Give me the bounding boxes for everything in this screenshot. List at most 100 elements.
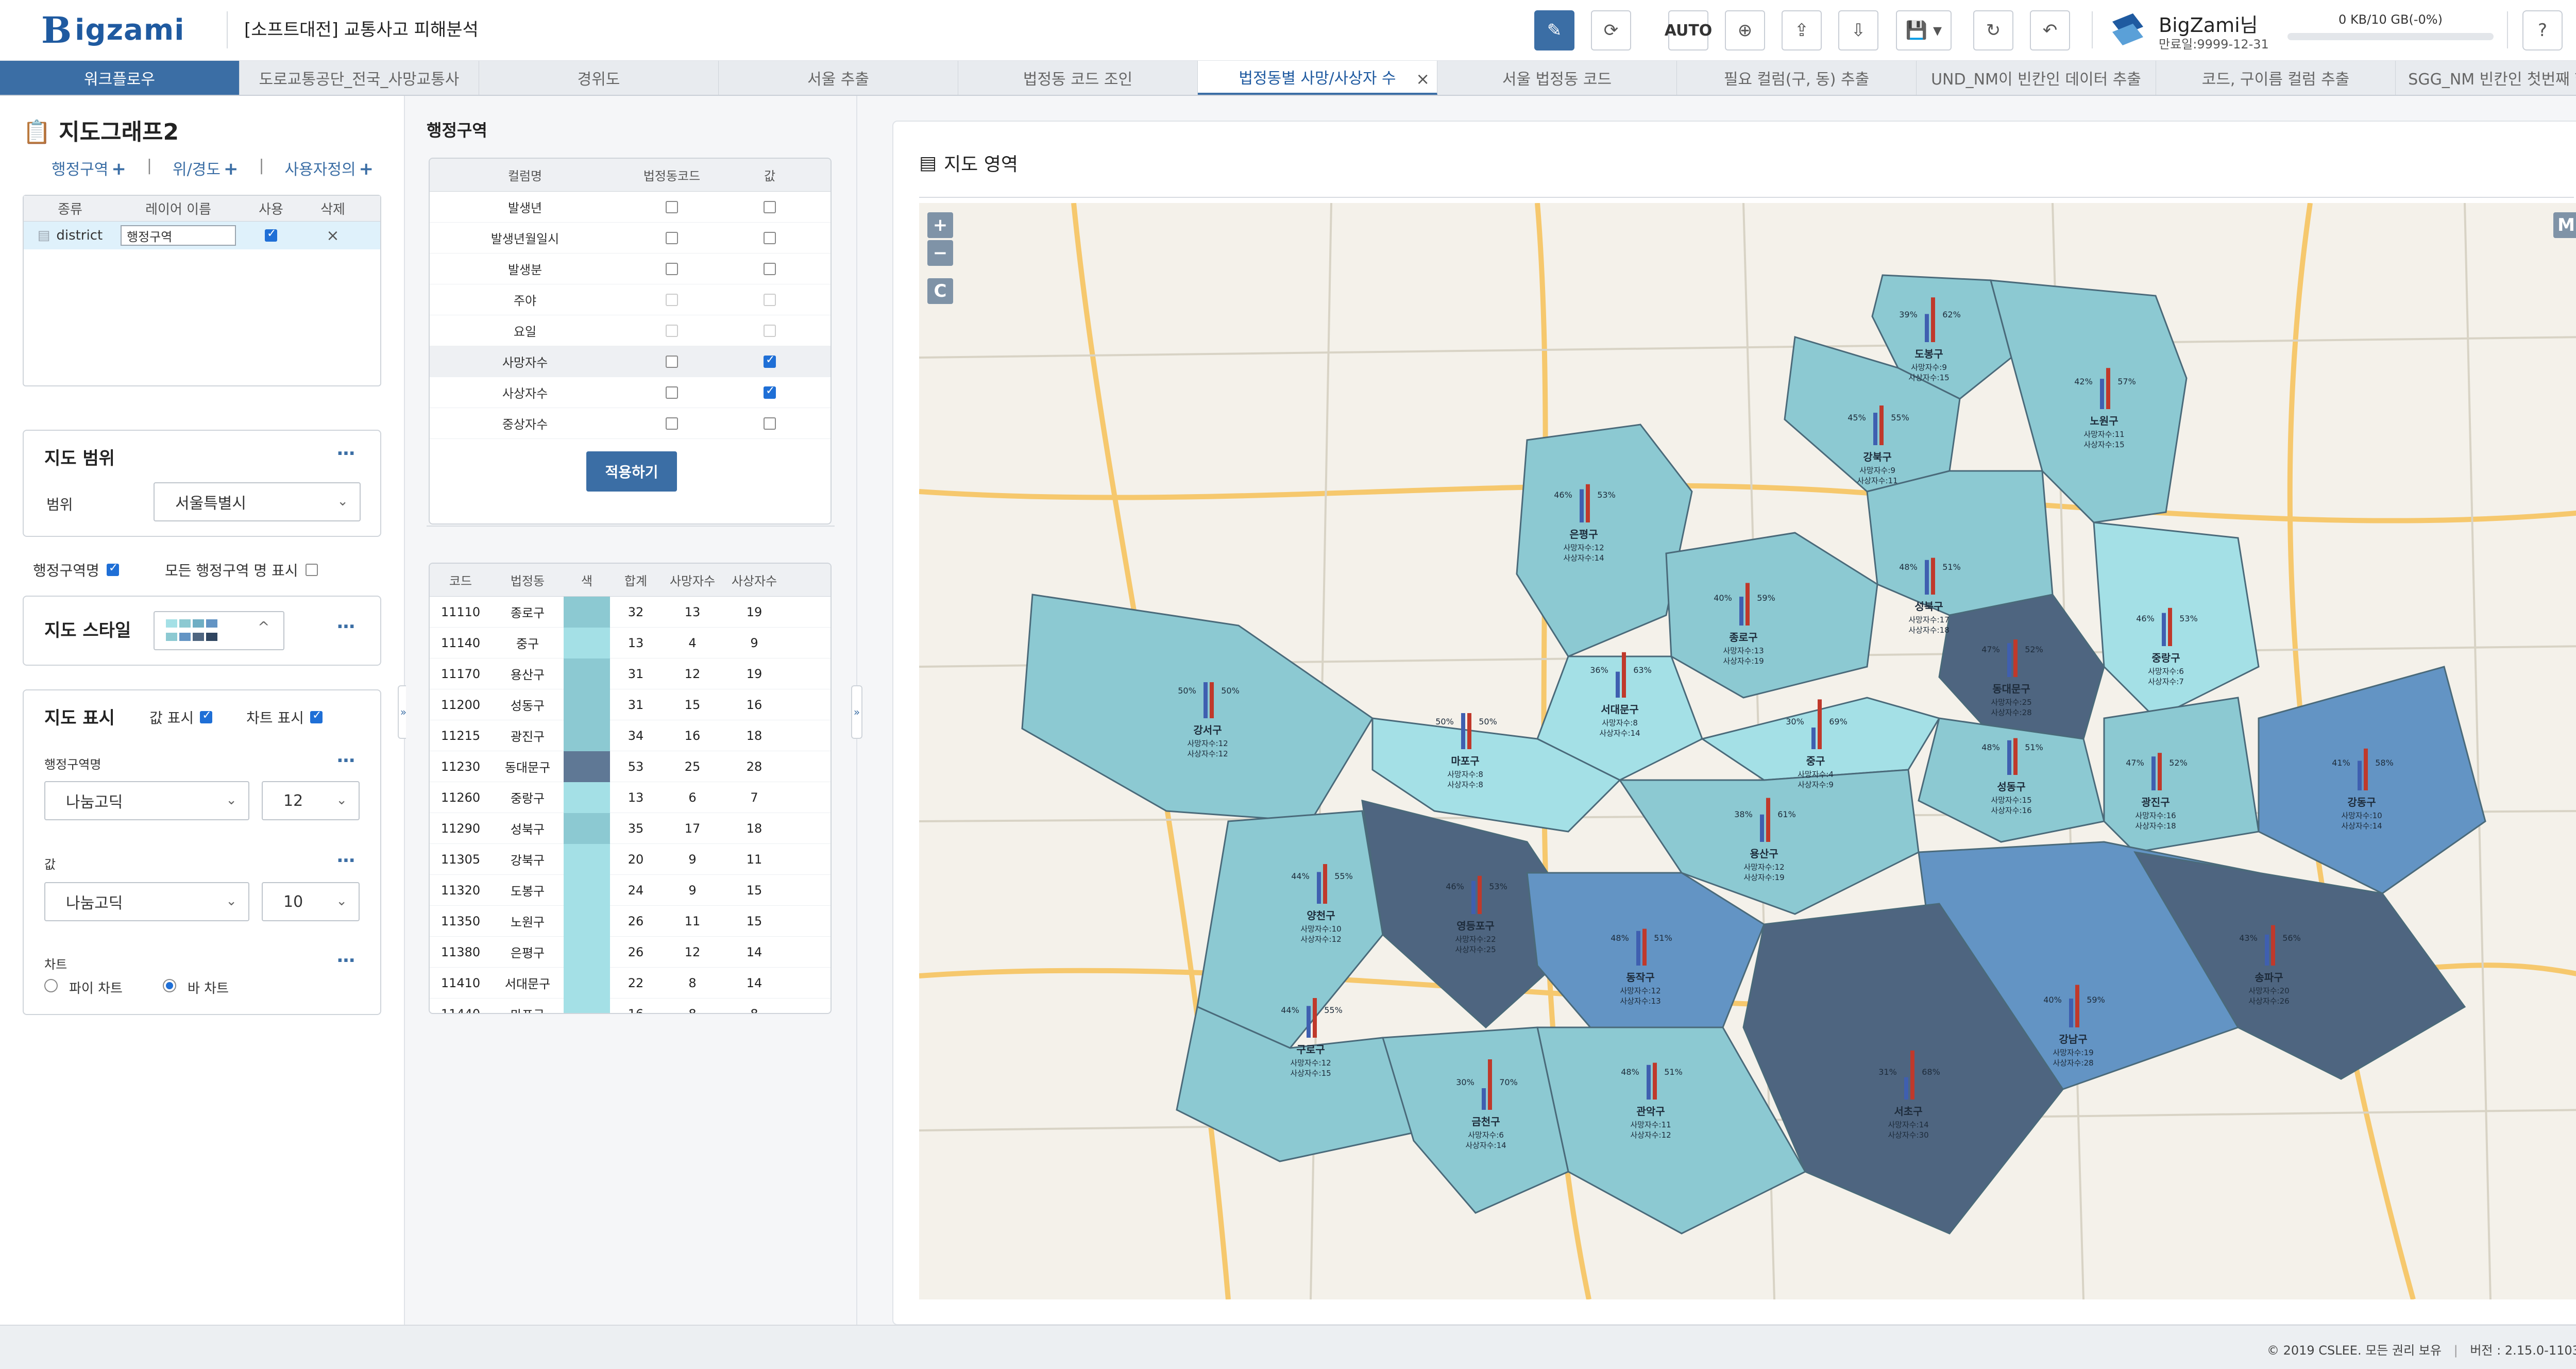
value-checkbox[interactable] [764,324,776,337]
zoom-out-button[interactable]: − [927,240,953,266]
column-row[interactable]: 사망자수 [430,346,831,377]
percent-label-a: 40% [2043,995,2062,1005]
table-row[interactable]: 11140 중구 13 4 9 [430,628,831,658]
percent-label-b: 53% [1489,882,1507,891]
tab-6[interactable]: 서울 법정동 코드 [1437,61,1677,95]
table-row[interactable]: 11170 용산구 31 12 19 [430,658,831,689]
code-checkbox[interactable] [666,231,678,244]
help-button[interactable]: ? [2522,10,2563,50]
district-name-checkbox[interactable] [106,562,119,576]
tab-7[interactable]: 필요 컬럼(구, 동) 추출 [1677,61,1917,95]
layer-name-input[interactable]: 행정구역 [121,225,236,246]
value-checkbox[interactable] [764,384,776,399]
value-show-checkbox[interactable] [200,709,213,723]
tab-0[interactable]: 워크플로우 [0,61,240,95]
all-district-checkbox[interactable] [305,564,318,576]
refresh-button[interactable]: ↻ [1973,10,2013,50]
add-latlng-layer[interactable]: 위/경도 + [173,157,238,179]
table-row[interactable]: 11350 노원구 26 11 15 [430,906,831,937]
column-row[interactable]: 발생년월일시 [430,223,831,253]
map-canvas[interactable]: 39% 62% 도봉구 사망자수:9 사상자수:15 42% 57% 노원구 사망자수:11 사상… [919,203,2576,1299]
m-button[interactable]: M [2553,212,2576,238]
import-button[interactable]: ⇩ [1838,10,1878,50]
table-row[interactable]: 11200 성동구 31 15 16 [430,689,831,720]
value-size-select[interactable]: 10 ⌄ [262,882,360,921]
column-row[interactable]: 요일 [430,315,831,346]
table-row[interactable]: 11290 성북구 35 17 18 [430,813,831,844]
bigzami-logo[interactable]: B igzami [41,9,216,52]
middle-panel-collapse-handle[interactable]: » [851,685,862,739]
apply-button[interactable]: 적용하기 [586,451,677,492]
table-row[interactable]: 11305 강북구 20 9 11 [430,844,831,875]
c-button[interactable]: C [927,278,953,304]
bar-chart-radio[interactable] [163,979,176,992]
range-select[interactable]: 서울특별시 ⌄ [154,482,361,521]
district-font-select[interactable]: 나눔고딕 ⌄ [44,781,249,820]
table-row[interactable]: 11320 도봉구 24 9 15 [430,875,831,906]
edit-workflow-button[interactable]: ✎ [1534,10,1574,50]
percent-label-a: 46% [1554,490,1572,500]
table-row[interactable]: 11110 종로구 32 13 19 [430,597,831,628]
more-icon[interactable]: ··· [336,850,355,871]
tab-5[interactable]: 법정동별 사망/사상자 수 × [1198,61,1437,95]
column-row[interactable]: 발생분 [430,253,831,284]
more-icon[interactable]: ··· [336,616,355,637]
add-district-layer[interactable]: 행정구역 + [52,157,126,179]
district-size-select[interactable]: 12 ⌄ [262,781,360,820]
tab-8[interactable]: UND_NM이 빈칸인 데이터 추출 [1917,61,2156,95]
value-checkbox[interactable] [764,417,776,430]
value-checkbox[interactable] [764,262,776,275]
code-checkbox[interactable] [666,262,678,275]
tab-9[interactable]: 코드, 구이름 컬럼 추출 [2156,61,2396,95]
table-row[interactable]: 11380 은평구 26 12 14 [430,937,831,968]
more-icon[interactable]: ··· [336,443,355,464]
value-font-select[interactable]: 나눔고딕 ⌄ [44,882,249,921]
tab-10[interactable]: SGG_NM 빈칸인 첫번째 행 제거 [2396,61,2576,95]
export-button[interactable]: ⇪ [1782,10,1822,50]
chart-show-checkbox[interactable] [310,709,323,723]
undo-button[interactable]: ↶ [2030,10,2070,50]
close-icon[interactable]: × [1416,69,1430,89]
fit-view-button[interactable]: ⊕ [1725,10,1765,50]
table-row[interactable]: 11440 마포구 16 8 8 [430,999,831,1013]
add-custom-layer[interactable]: 사용자정의 + [285,157,374,179]
column-row[interactable]: 사상자수 [430,377,831,408]
column-row[interactable]: 중상자수 [430,408,831,439]
code-checkbox[interactable] [666,200,678,213]
zoom-in-button[interactable]: + [927,212,953,238]
code-checkbox[interactable] [666,324,678,337]
code-checkbox[interactable] [666,293,678,306]
tab-2[interactable]: 경위도 [479,61,719,95]
run-button[interactable]: ⟳ [1591,10,1631,50]
value-checkbox[interactable] [764,353,776,368]
table-row[interactable]: 11260 중랑구 13 6 7 [430,782,831,813]
layer-use-checkbox[interactable] [265,227,277,242]
tab-3[interactable]: 서울 추출 [719,61,958,95]
value-checkbox[interactable] [764,293,776,306]
seoul-choropleth-map[interactable]: 39% 62%도봉구사망자수:9사상자수:15 42% 57%노원구사망자수:11사상… [919,203,2576,1299]
tab-4[interactable]: 법정동 코드 조인 [958,61,1198,95]
table-row[interactable]: 11410 서대문구 22 8 14 [430,968,831,999]
value-checkbox[interactable] [764,200,776,213]
column-row[interactable]: 주야 [430,284,831,315]
table-row[interactable]: 11230 동대문구 53 25 28 [430,751,831,782]
column-row[interactable]: 발생년 [430,192,831,223]
code-checkbox[interactable] [666,386,678,399]
save-button[interactable]: 💾 ▾ [1896,10,1952,50]
tab-1[interactable]: 도로교통공단_전국_사망교통사 [240,61,479,95]
code-checkbox[interactable] [666,355,678,368]
code-checkbox[interactable] [666,417,678,430]
user-name[interactable]: BigZami님 [2159,9,2258,38]
more-icon[interactable]: ··· [336,750,355,771]
pie-chart-radio[interactable] [44,979,58,992]
value-checkbox[interactable] [764,231,776,244]
auto-button[interactable]: AUTO [1665,10,1712,50]
district-gwangjin[interactable] [2103,697,2260,853]
section-title: 지도 표시 [44,708,115,729]
color-palette-select[interactable]: ^ [154,611,284,650]
layer-row[interactable]: ▤ district 행정구역 × [24,222,380,249]
delete-layer-icon[interactable]: × [302,222,364,249]
table-row[interactable]: 11215 광진구 34 16 18 [430,720,831,751]
more-icon[interactable]: ··· [336,950,355,971]
drag-handle-icon[interactable]: ▤ [38,228,50,243]
